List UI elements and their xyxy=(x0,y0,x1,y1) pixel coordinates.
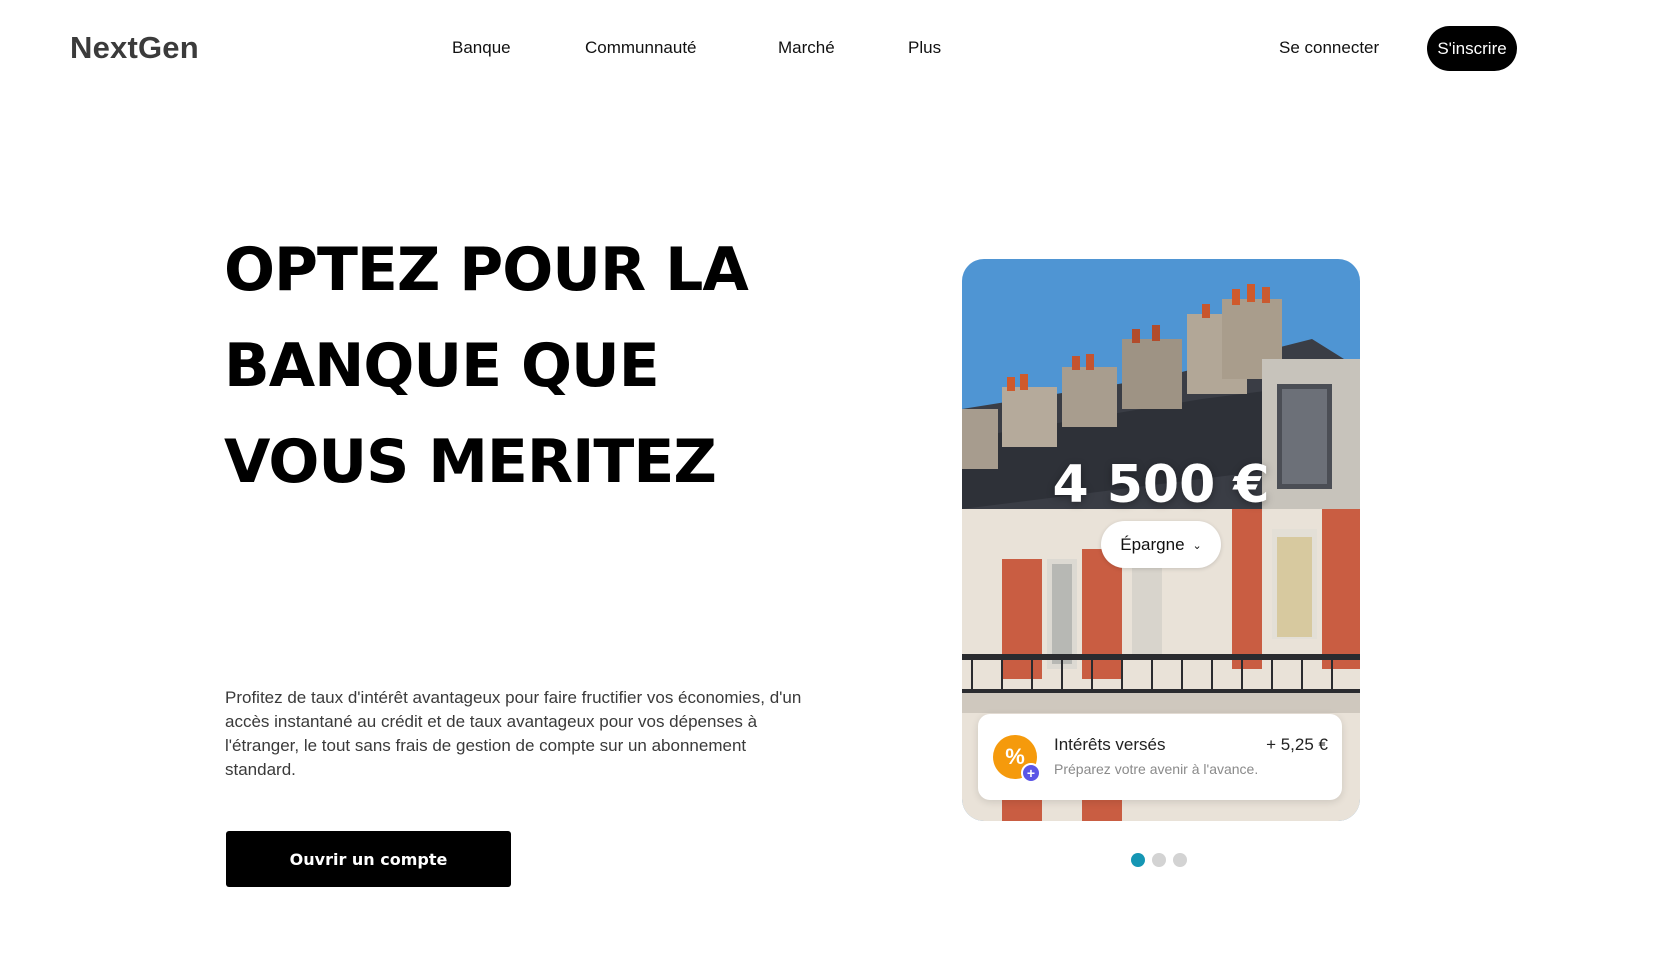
interest-title: Intérêts versés xyxy=(1054,735,1166,754)
hero-title-line: OPTEZ POUR LA xyxy=(224,235,749,305)
nav-banque[interactable]: Banque xyxy=(452,38,511,58)
plus-icon: + xyxy=(1021,763,1041,783)
open-account-button[interactable]: Ouvrir un compte xyxy=(226,831,511,887)
account-type-label: Épargne xyxy=(1120,534,1185,554)
hero-title-line: BANQUE QUE xyxy=(224,331,660,401)
interest-notification[interactable]: % + Intérêts versés Préparez votre aveni… xyxy=(978,714,1342,800)
login-link[interactable]: Se connecter xyxy=(1279,38,1379,58)
carousel-dot[interactable] xyxy=(1131,853,1145,867)
interest-subtitle: Préparez votre avenir à l'avance. xyxy=(1054,761,1259,777)
signup-button[interactable]: S'inscrire xyxy=(1427,26,1517,71)
balance-amount: 4 500 € xyxy=(1052,455,1270,515)
hero-title-line: VOUS MERITEZ xyxy=(224,427,717,497)
chevron-down-icon: ⌄ xyxy=(1192,540,1202,552)
hero-description: Profitez de taux d'intérêt avantageux po… xyxy=(225,688,802,779)
carousel-dots xyxy=(1131,853,1187,867)
savings-card: 4 500 € Épargne ⌄ % + Intérêts versés Pr… xyxy=(962,259,1360,821)
hero-title: OPTEZ POUR LA BANQUE QUE VOUS MERITEZ xyxy=(224,222,784,510)
nav-plus[interactable]: Plus xyxy=(908,38,941,58)
account-type-dropdown[interactable]: Épargne ⌄ xyxy=(1101,521,1221,568)
interest-amount: + 5,25 € xyxy=(1266,735,1328,754)
nav-communaute[interactable]: Communnauté xyxy=(585,38,697,58)
logo[interactable]: NextGen xyxy=(70,30,199,66)
carousel-dot[interactable] xyxy=(1152,853,1166,867)
carousel-dot[interactable] xyxy=(1173,853,1187,867)
nav-marche[interactable]: Marché xyxy=(778,38,835,58)
